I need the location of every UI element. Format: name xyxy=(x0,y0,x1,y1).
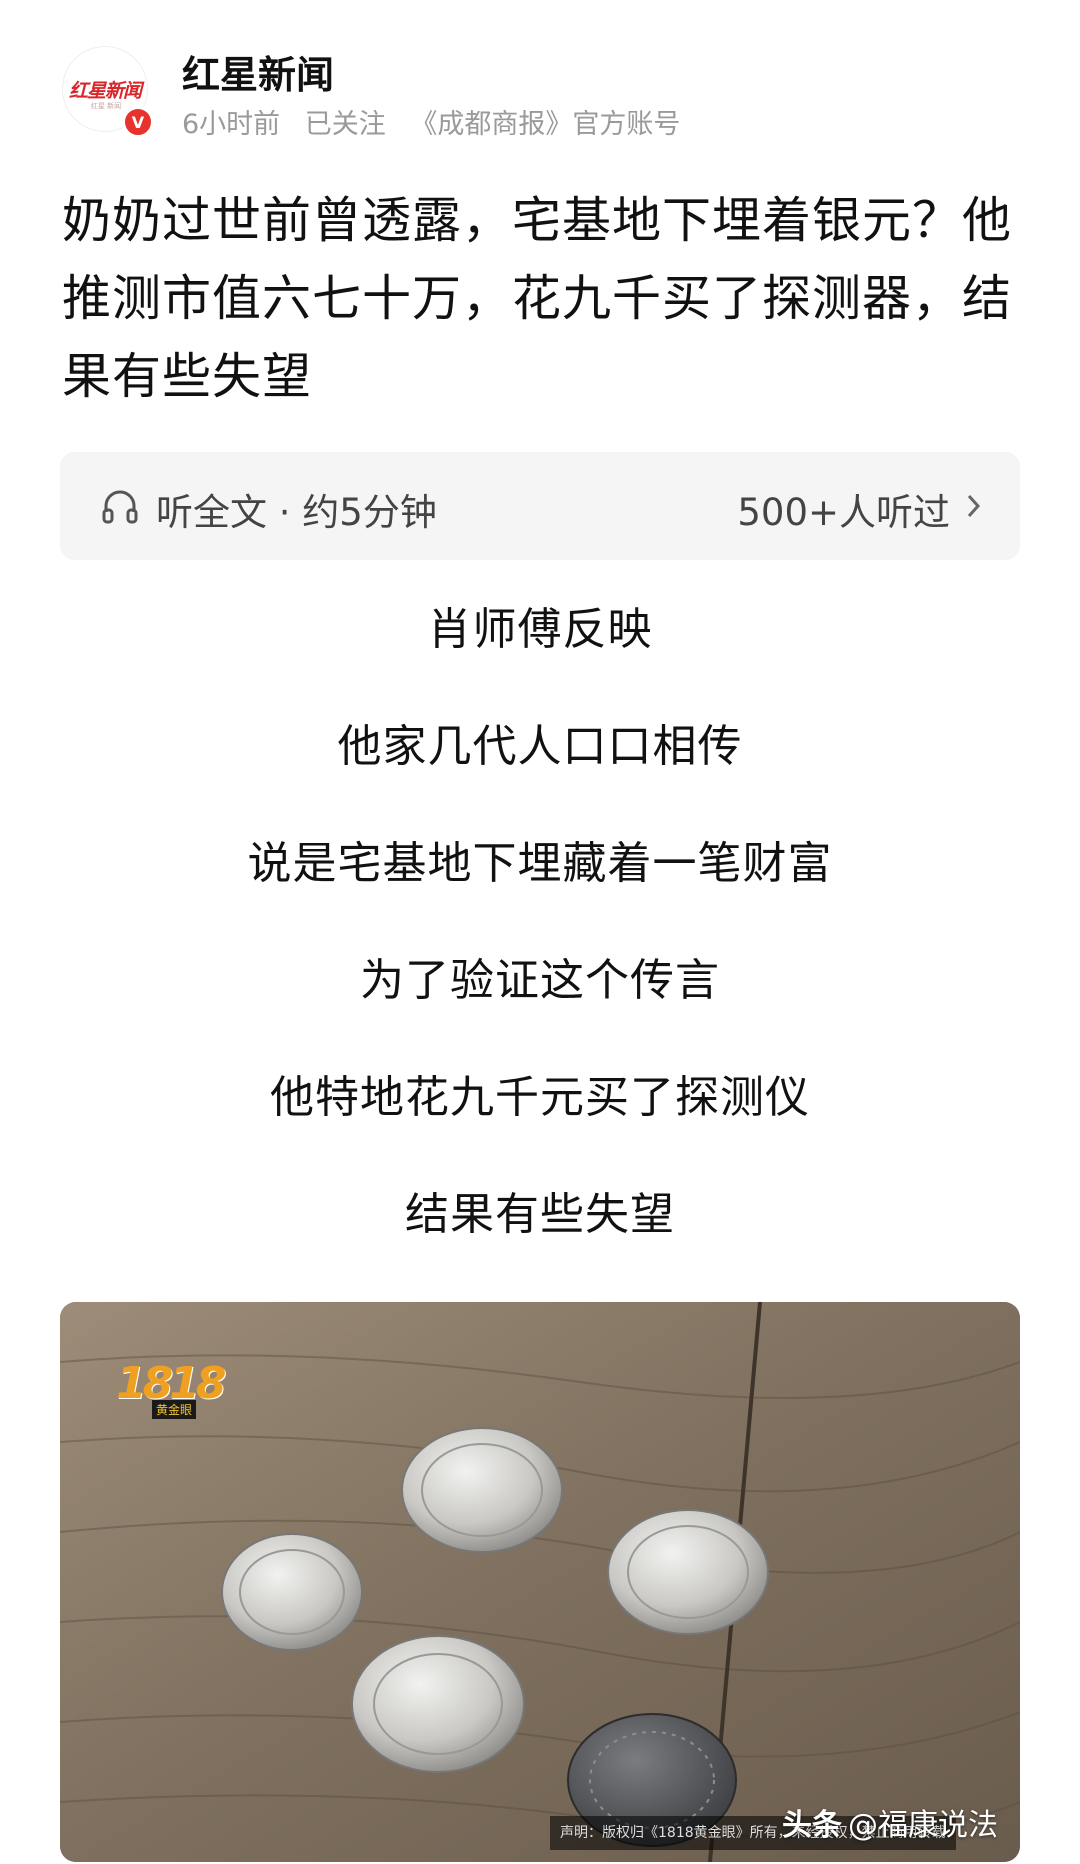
logo-sub: 黄金眼 xyxy=(152,1400,197,1419)
tv-channel-logo: 1818 黄金眼 xyxy=(116,1358,226,1422)
article-image[interactable]: 1818 黄金眼 声明：版权归《1818黄金眼》所有，未经授权，禁止商用转载 头… xyxy=(60,1302,1020,1862)
body-line: 他特地花九千元买了探测仪 xyxy=(270,1072,810,1123)
avatar-logo-text: 红星新闻 xyxy=(68,79,142,102)
body-line: 结果有些失望 xyxy=(405,1189,675,1240)
chevron-right-icon xyxy=(967,494,981,518)
listen-label: 听全文 · 约5分钟 xyxy=(156,491,437,534)
listen-full-text-bar[interactable]: 听全文 · 约5分钟 500+人听过 xyxy=(60,452,1020,560)
body-line: 为了验证这个传言 xyxy=(360,955,720,1006)
account-meta: 6小时前 已关注 《成都商报》官方账号 xyxy=(182,102,696,141)
listen-count: 500+人听过 xyxy=(737,491,950,534)
toutiao-watermark: 头条 @福康说法 xyxy=(782,1800,998,1844)
headphone-icon xyxy=(102,490,138,524)
verified-badge-text: V xyxy=(131,112,145,132)
article-title: 奶奶过世前曾透露，宅基地下埋着银元？他推测市值六七十万，花九千买了探测器，结果有… xyxy=(62,192,1013,405)
account-description: 《成都商报》官方账号 xyxy=(410,109,681,140)
publish-time: 6小时前 xyxy=(182,109,281,140)
follow-status[interactable]: 已关注 xyxy=(305,109,386,140)
watermark-author: @福康说法 xyxy=(848,1808,998,1843)
account-name[interactable]: 红星新闻 xyxy=(182,44,334,99)
body-line: 说是宅基地下埋藏着一笔财富 xyxy=(247,838,833,889)
body-line: 肖师傅反映 xyxy=(427,604,653,655)
article-body: 肖师傅反映 他家几代人口口相传 说是宅基地下埋藏着一笔财富 为了验证这个传言 他… xyxy=(0,600,1080,1302)
verified-icon: V xyxy=(122,106,154,138)
watermark-prefix: 头条 xyxy=(782,1808,842,1843)
article-header: 红星新闻 红星 新闻 V 红星新闻 6小时前 已关注 《成都商报》官方账号 xyxy=(62,38,1022,141)
body-line: 他家几代人口口相传 xyxy=(337,721,743,772)
